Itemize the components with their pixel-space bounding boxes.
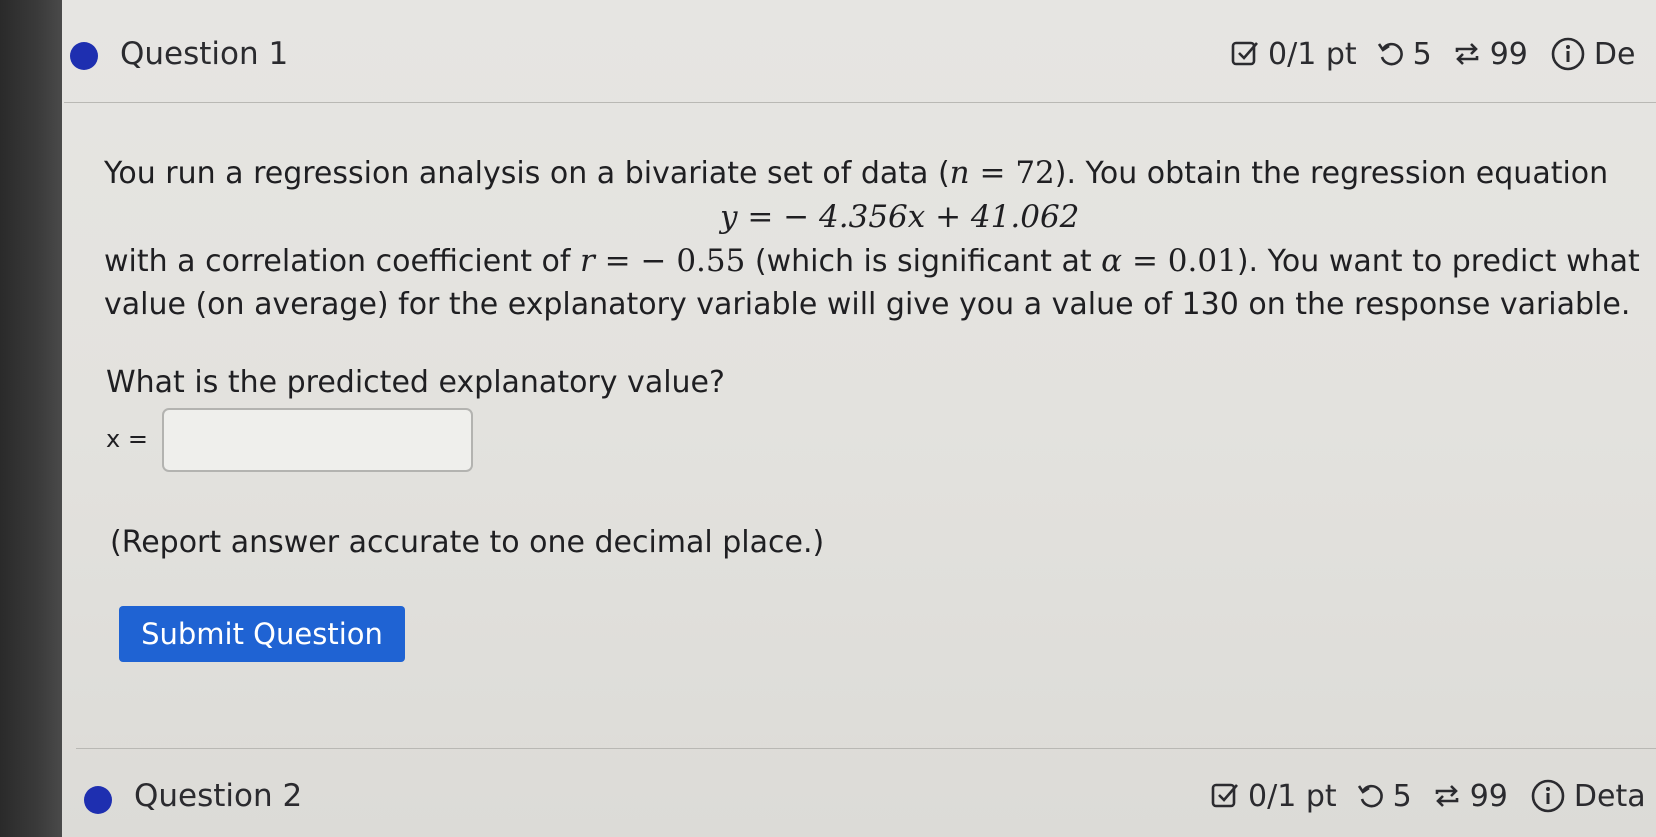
problem-line-1-after: ). You obtain the regression equation bbox=[1054, 156, 1609, 191]
question-1-meta: 0/1 pt 5 99 De bbox=[1230, 36, 1635, 72]
alpha-value: α = 0.01 bbox=[1101, 243, 1237, 279]
question-2-attempts-text: 5 bbox=[1392, 778, 1412, 814]
question-2-details-link[interactable]: Deta bbox=[1530, 778, 1646, 814]
n-value: = 72 bbox=[979, 155, 1055, 191]
question-1-versions-text: 99 bbox=[1489, 36, 1528, 72]
answer-input[interactable] bbox=[162, 408, 473, 472]
question-2-header: Question 2 0/1 pt 5 99 Deta bbox=[62, 770, 1656, 830]
info-icon bbox=[1530, 778, 1566, 814]
problem-line-3-text: with a correlation coefficient of bbox=[104, 244, 580, 279]
question-2-points-text: 0/1 pt bbox=[1248, 778, 1337, 814]
question-1-details-text[interactable]: De bbox=[1594, 37, 1636, 72]
r-value: = − 0.55 bbox=[594, 243, 746, 279]
question-1-attempts: 5 bbox=[1377, 37, 1432, 72]
undo-icon bbox=[1357, 782, 1385, 810]
question-1-attempts-text: 5 bbox=[1412, 36, 1432, 72]
question-2-versions-text: 99 bbox=[1469, 778, 1508, 814]
question-1-versions: 99 bbox=[1452, 37, 1528, 72]
alpha-variable: α bbox=[1101, 243, 1123, 279]
question-2-meta: 0/1 pt 5 99 Deta bbox=[1210, 778, 1646, 814]
problem-line-1: You run a regression analysis on a bivar… bbox=[104, 152, 1608, 195]
checkbox-icon bbox=[1230, 39, 1260, 69]
problem-line-1-text: You run a regression analysis on a bivar… bbox=[104, 156, 950, 191]
question-divider bbox=[76, 748, 1656, 749]
problem-line-4: value (on average) for the explanatory v… bbox=[104, 287, 1631, 322]
correlation-value: r = − 0.55 bbox=[580, 243, 745, 279]
question-2-title[interactable]: Question 2 bbox=[134, 778, 302, 814]
r-variable: r bbox=[579, 243, 595, 279]
question-2-attempts: 5 bbox=[1357, 779, 1412, 814]
question-1-details-link[interactable]: De bbox=[1550, 36, 1636, 72]
question-2-points: 0/1 pt bbox=[1210, 779, 1337, 814]
rounding-note: (Report answer accurate to one decimal p… bbox=[110, 525, 825, 560]
n-variable: n bbox=[949, 155, 970, 191]
info-icon bbox=[1550, 36, 1586, 72]
header-divider bbox=[64, 102, 1656, 103]
question-2-status-dot bbox=[84, 786, 112, 814]
repeat-icon bbox=[1432, 781, 1462, 811]
problem-line-3-mid: (which is significant at bbox=[745, 244, 1102, 279]
question-1-status-dot bbox=[70, 42, 98, 70]
question-1-points: 0/1 pt bbox=[1230, 37, 1357, 72]
problem-line-3-after: ). You want to predict what bbox=[1236, 244, 1640, 279]
question-1-points-text: 0/1 pt bbox=[1268, 36, 1357, 72]
undo-icon bbox=[1377, 40, 1405, 68]
alpha-number: = 0.01 bbox=[1122, 243, 1237, 279]
question-2-details-text[interactable]: Deta bbox=[1574, 779, 1646, 814]
question-1-title[interactable]: Question 1 bbox=[120, 36, 288, 72]
regression-equation: y = − 4.356x + 41.062 bbox=[720, 199, 1080, 235]
problem-line-3: with a correlation coefficient of r = − … bbox=[104, 240, 1640, 283]
answer-label: x = bbox=[106, 425, 148, 453]
question-panel: Question 1 0/1 pt 5 99 De You run a regr… bbox=[62, 0, 1656, 837]
submit-question-button[interactable]: Submit Question bbox=[119, 606, 405, 662]
repeat-icon bbox=[1452, 39, 1482, 69]
question-prompt: What is the predicted explanatory value? bbox=[106, 365, 725, 400]
checkbox-icon bbox=[1210, 781, 1240, 811]
question-1-header: Question 1 0/1 pt 5 99 De bbox=[62, 28, 1656, 88]
sample-size: n = 72 bbox=[950, 155, 1055, 191]
left-rail bbox=[0, 0, 62, 837]
question-2-versions: 99 bbox=[1432, 779, 1508, 814]
